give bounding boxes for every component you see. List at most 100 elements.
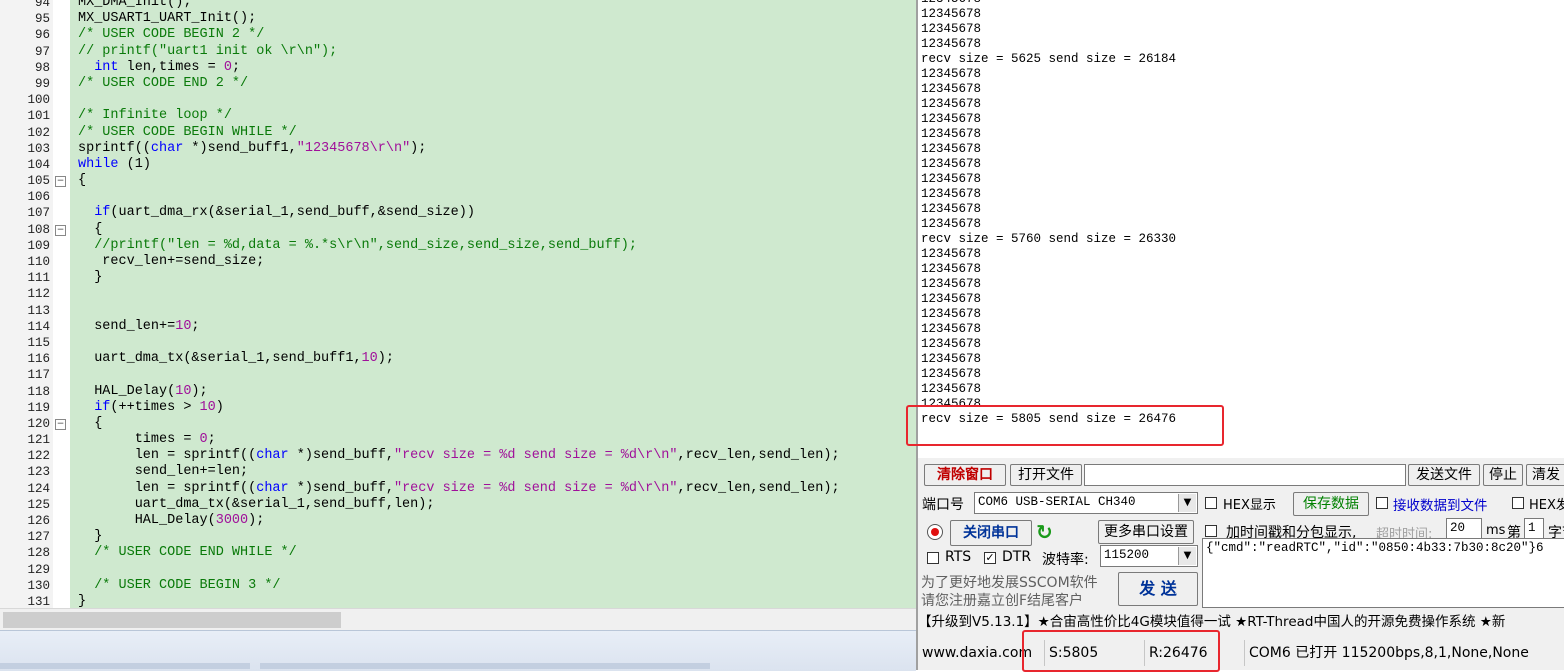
rts-checkbox[interactable]	[927, 552, 939, 564]
refresh-icon[interactable]: ↻	[1036, 520, 1058, 544]
code-text: /* USER CODE END WHILE */	[78, 545, 297, 561]
code-line[interactable]: 97 // printf("uart1 init ok \r\n");	[0, 44, 916, 60]
file-path-input[interactable]	[1084, 464, 1406, 486]
code-text: times = 0;	[78, 432, 216, 448]
code-line[interactable]: 129	[0, 562, 916, 578]
fold-toggle-icon[interactable]: −	[55, 418, 66, 430]
code-line[interactable]: 121 times = 0;	[0, 432, 916, 448]
code-line[interactable]: 118 HAL_Delay(10);	[0, 384, 916, 400]
line-number: 111	[27, 271, 50, 286]
port-select[interactable]: COM6 USB-SERIAL CH340 ▼	[974, 492, 1198, 514]
code-token: MX_DMA_Init();	[78, 0, 192, 10]
code-line[interactable]: 114 send_len+=10;	[0, 319, 916, 335]
code-token: );	[377, 351, 394, 367]
code-token: *)send_buff1,	[183, 140, 297, 156]
port-label: 端口号	[922, 497, 964, 513]
line-number: 124	[27, 481, 50, 496]
code-line[interactable]: 108− {	[0, 222, 916, 238]
fold-toggle-icon[interactable]: −	[55, 176, 66, 188]
code-line[interactable]: 126 HAL_Delay(3000);	[0, 513, 916, 529]
code-text: len = sprintf((char *)send_buff,"recv si…	[78, 481, 840, 497]
recv-data-line: 12345678	[921, 307, 982, 321]
code-token: times =	[78, 432, 200, 448]
code-editor[interactable]: 94 MX_DMA_Init(); 95 MX_USART1_UART_Init();…	[0, 0, 916, 608]
code-line[interactable]: 125 uart_dma_tx(&serial_1,send_buff,len)…	[0, 497, 916, 513]
hex-display-checkbox[interactable]	[1205, 497, 1217, 509]
code-line[interactable]: 109 //printf("len = %d,data = %.*s\r\n",…	[0, 238, 916, 254]
fold-toggle-icon[interactable]: −	[55, 224, 66, 236]
code-line[interactable]: 130 /* USER CODE BEGIN 3 */	[0, 578, 916, 594]
code-line[interactable]: 110 recv_len+=send_size;	[0, 254, 916, 270]
code-token: }	[78, 270, 103, 286]
code-line[interactable]: 105−{	[0, 173, 916, 189]
code-token: {	[78, 415, 103, 431]
line-number: 112	[27, 287, 50, 302]
code-line[interactable]: 106	[0, 189, 916, 205]
recv-summary-line: recv size = 5625 send size = 26184	[921, 52, 1177, 66]
more-settings-button[interactable]: 更多串口设置	[1098, 520, 1194, 544]
close-port-button[interactable]: 关闭串口	[950, 520, 1032, 546]
code-line[interactable]: 113	[0, 303, 916, 319]
scrollbar-thumb[interactable]	[3, 612, 341, 628]
code-line[interactable]: 94 MX_DMA_Init();	[0, 0, 916, 11]
timeout-input[interactable]: 20	[1446, 518, 1482, 540]
code-line[interactable]: 111 }	[0, 270, 916, 286]
recv-data-line: 12345678	[921, 67, 982, 81]
status-website[interactable]: www.daxia.com	[918, 640, 1032, 666]
line-number: 115	[27, 335, 50, 350]
code-line[interactable]: 103 sprintf((char *)send_buff1,"12345678\…	[0, 141, 916, 157]
code-line[interactable]: 124 len = sprintf((char *)send_buff,"rec…	[0, 481, 916, 497]
code-line[interactable]: 104 while (1)	[0, 157, 916, 173]
code-token: /* USER CODE BEGIN WHILE */	[78, 124, 297, 140]
code-line[interactable]: 131}	[0, 594, 916, 608]
recv-data-line: 12345678	[921, 82, 982, 96]
code-line[interactable]: 112	[0, 286, 916, 302]
code-line[interactable]: 120− {	[0, 416, 916, 432]
clear-send-button[interactable]: 清发	[1526, 464, 1564, 486]
send-button[interactable]: 发 送	[1118, 572, 1198, 606]
clear-window-button[interactable]: 清除窗口	[924, 464, 1006, 486]
recv-summary-line: recv size = 5760 send size = 26330	[921, 232, 1177, 246]
recv-data-line: 12345678	[921, 337, 982, 351]
status-bar: www.daxia.com S:5805 R:26476 COM6 已打开 11…	[918, 636, 1564, 670]
code-line[interactable]: 100	[0, 92, 916, 108]
code-line[interactable]: 122 len = sprintf((char *)send_buff,"rec…	[0, 448, 916, 464]
timestamp-checkbox[interactable]	[1205, 525, 1217, 537]
editor-horizontal-scrollbar[interactable]	[0, 608, 916, 631]
receive-textarea[interactable]: 12345678123456781234567812345678recv siz…	[918, 0, 1564, 458]
baud-select[interactable]: 115200 ▼	[1100, 545, 1198, 567]
save-data-button[interactable]: 保存数据	[1293, 492, 1369, 516]
code-line[interactable]: 119 if(++times > 10)	[0, 400, 916, 416]
code-line[interactable]: 102 /* USER CODE BEGIN WHILE */	[0, 125, 916, 141]
stop-button[interactable]: 停止	[1483, 464, 1523, 486]
code-line[interactable]: 101 /* Infinite loop */	[0, 108, 916, 124]
code-line[interactable]: 98 int len,times = 0;	[0, 60, 916, 76]
code-token: ;	[231, 59, 241, 75]
code-line[interactable]: 117	[0, 367, 916, 383]
code-token: "12345678\r\n"	[296, 140, 411, 156]
code-line[interactable]: 96 /* USER CODE BEGIN 2 */	[0, 27, 916, 43]
code-line[interactable]: 95 MX_USART1_UART_Init();	[0, 11, 916, 27]
open-file-button[interactable]: 打开文件	[1010, 464, 1082, 486]
code-line[interactable]: 128 /* USER CODE END WHILE */	[0, 545, 916, 561]
code-line[interactable]: 99 /* USER CODE END 2 */	[0, 76, 916, 92]
code-line[interactable]: 107 if(uart_dma_rx(&serial_1,send_buff,&…	[0, 205, 916, 221]
code-line[interactable]: 115	[0, 335, 916, 351]
send-input[interactable]: {"cmd":"readRTC","id":"0850:4b33:7b30:8c…	[1202, 538, 1564, 608]
code-token: ,recv_len,send_len);	[677, 448, 840, 464]
ad-ticker[interactable]: 【升级到V5.13.1】★合宙高性价比4G模块值得一试 ★RT-Thread中国…	[918, 608, 1564, 636]
line-number: 110	[27, 255, 50, 269]
code-line[interactable]: 116 uart_dma_tx(&serial_1,send_buff1,10)…	[0, 351, 916, 367]
dtr-checkbox[interactable]: ✓	[984, 552, 996, 564]
recv-data-line: 12345678	[921, 322, 982, 336]
code-line[interactable]: 123 send_len+=len;	[0, 464, 916, 480]
hex-send-checkbox[interactable]	[1512, 497, 1524, 509]
page-input[interactable]: 1	[1524, 518, 1544, 540]
send-file-button[interactable]: 发送文件	[1408, 464, 1480, 486]
code-line[interactable]: 127 }	[0, 529, 916, 545]
line-number: 96	[34, 28, 50, 43]
recv-data-line: 12345678	[921, 382, 982, 396]
recv-to-file-checkbox[interactable]	[1376, 497, 1388, 509]
